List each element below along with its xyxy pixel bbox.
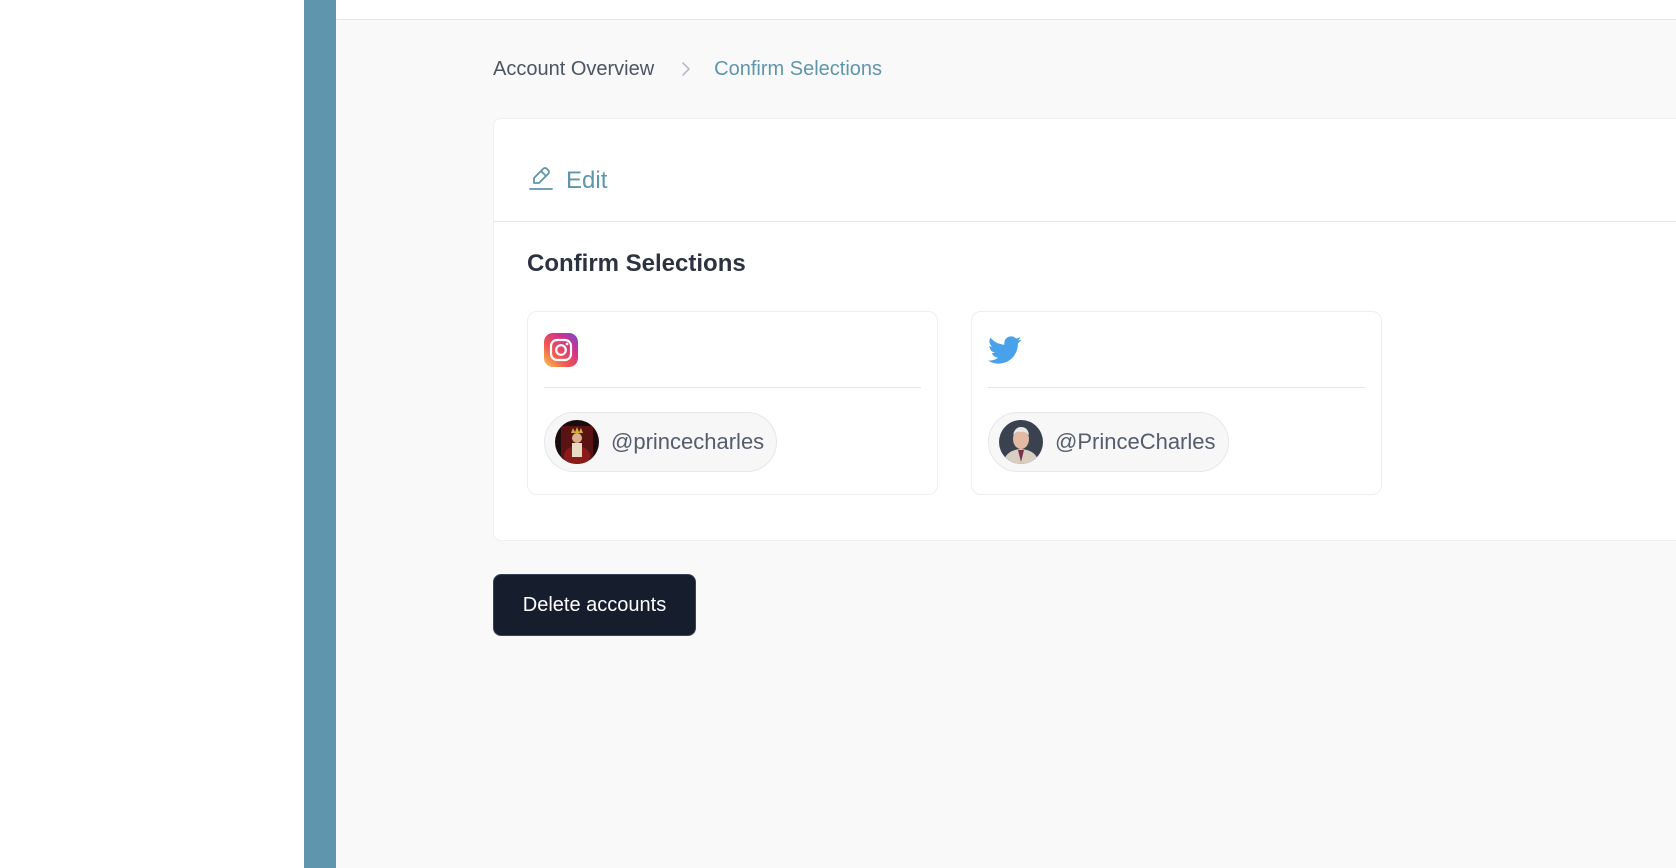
edit-button[interactable]: Edit [528,163,607,198]
left-blank-area [0,0,304,868]
section-title: Confirm Selections [527,250,746,277]
account-chip-instagram[interactable]: @princecharles [544,412,778,472]
edit-label: Edit [566,166,608,194]
breadcrumb: Account Overview Confirm Selections [493,56,882,82]
top-bar [336,0,1676,20]
delete-accounts-button[interactable]: Delete accounts [493,574,696,636]
instagram-icon [544,333,578,367]
breadcrumb-confirm-selections: Confirm Selections [714,57,883,80]
pencil-icon [528,163,566,198]
account-chip-twitter[interactable]: @PrinceCharles [988,412,1229,472]
twitter-icon [988,333,1022,367]
card-header: Edit [494,119,1676,222]
chevron-right-icon [674,57,698,81]
sidebar-accent-bar [304,0,336,868]
card-divider [988,387,1365,388]
instagram-account-card: @princecharles [527,311,938,495]
account-handle: @princecharles [611,429,765,454]
breadcrumb-account-overview[interactable]: Account Overview [493,58,654,81]
account-handle: @PrinceCharles [1055,429,1216,454]
avatar [999,420,1043,464]
twitter-account-card: @PrinceCharles [971,311,1382,495]
avatar [555,420,599,464]
card-divider [544,387,921,388]
